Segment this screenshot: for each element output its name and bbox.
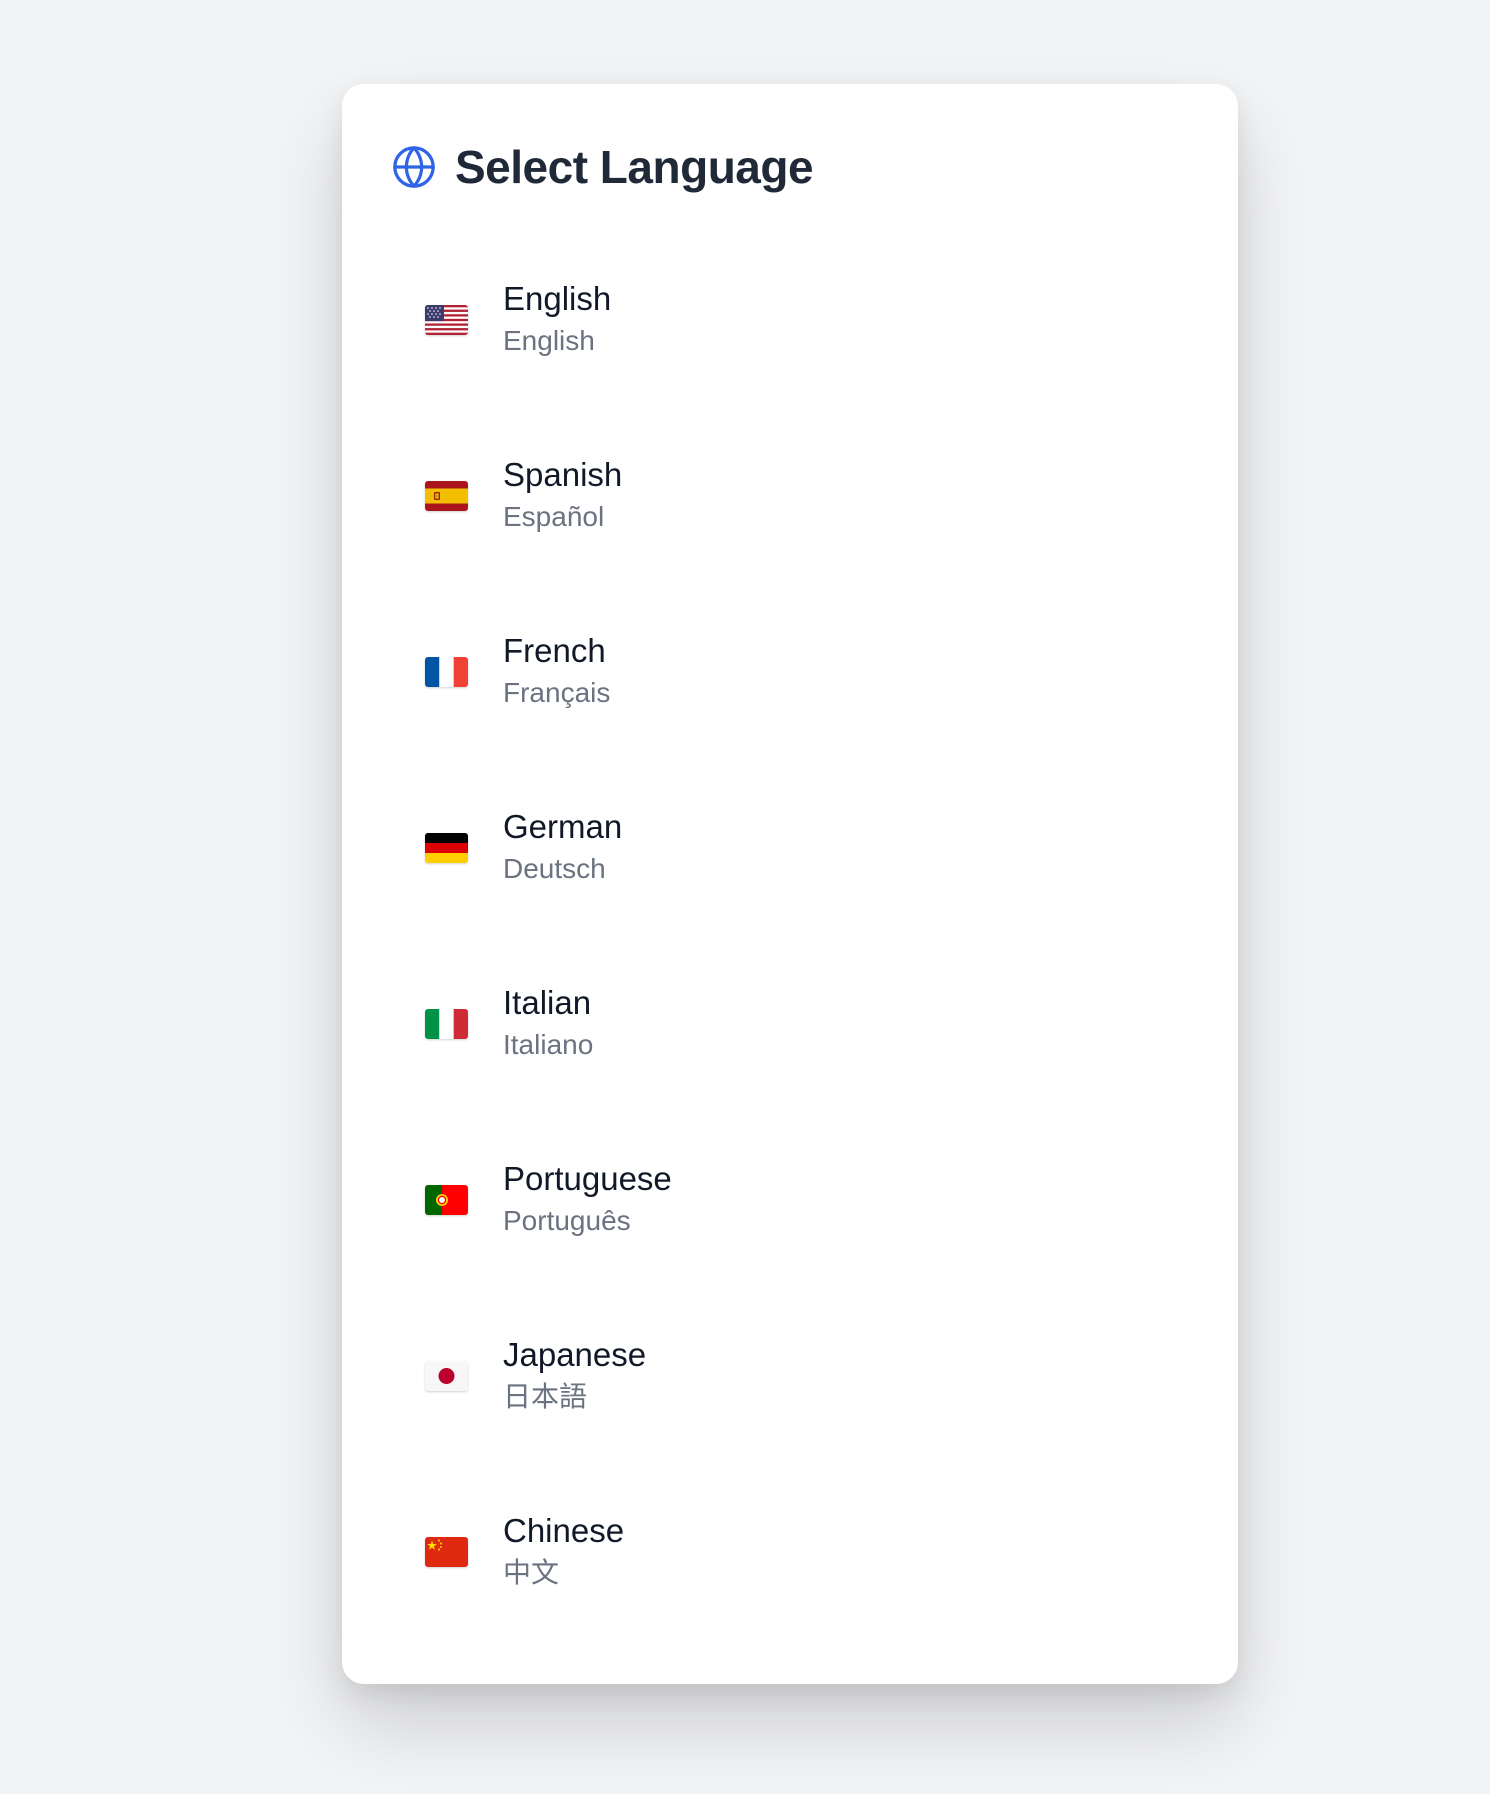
language-dialog: Select Language English English Spanish … xyxy=(342,84,1238,1684)
language-name: Spanish xyxy=(503,456,623,493)
germany-flag-icon xyxy=(425,833,468,863)
language-native-name: 日本語 xyxy=(503,1381,588,1412)
us-flag-icon xyxy=(425,305,468,335)
japan-flag-icon xyxy=(425,1361,468,1391)
language-list: English English Spanish Español French F… xyxy=(380,280,1200,1640)
portugal-flag-icon xyxy=(425,1185,468,1215)
language-option-german[interactable]: German Deutsch xyxy=(380,760,1200,936)
language-name: Chinese xyxy=(503,1512,625,1549)
language-name: Portuguese xyxy=(503,1160,672,1197)
language-names: Spanish Español xyxy=(503,454,622,538)
language-option-english[interactable]: English English xyxy=(380,232,1200,408)
china-flag-icon xyxy=(425,1537,468,1567)
language-name: English xyxy=(503,280,612,317)
language-option-chinese[interactable]: Chinese 中文 xyxy=(380,1464,1200,1640)
language-native-name: Italiano xyxy=(503,1029,594,1060)
language-name: French xyxy=(503,632,606,669)
language-native-name: Deutsch xyxy=(503,853,606,884)
language-names: Chinese 中文 xyxy=(503,1510,624,1594)
language-names: Italian Italiano xyxy=(503,982,593,1066)
language-option-italian[interactable]: Italian Italiano xyxy=(380,936,1200,1112)
language-option-japanese[interactable]: Japanese 日本語 xyxy=(380,1288,1200,1464)
spain-flag-icon xyxy=(425,481,468,511)
language-native-name: English xyxy=(503,325,595,356)
globe-icon xyxy=(391,144,437,190)
language-native-name: 中文 xyxy=(503,1557,560,1588)
language-names: French Français xyxy=(503,630,610,714)
italy-flag-icon xyxy=(425,1009,468,1039)
language-names: Japanese 日本語 xyxy=(503,1334,646,1418)
dialog-header: Select Language xyxy=(391,140,814,194)
language-names: English English xyxy=(503,278,611,362)
language-option-spanish[interactable]: Spanish Español xyxy=(380,408,1200,584)
dialog-title: Select Language xyxy=(455,141,814,193)
language-option-french[interactable]: French Français xyxy=(380,584,1200,760)
language-name: Italian xyxy=(503,984,592,1021)
language-native-name: Français xyxy=(503,677,611,708)
language-names: Portuguese Português xyxy=(503,1158,672,1242)
language-name: German xyxy=(503,808,623,845)
language-names: German Deutsch xyxy=(503,806,622,890)
language-native-name: Português xyxy=(503,1205,631,1236)
france-flag-icon xyxy=(425,657,468,687)
language-name: Japanese xyxy=(503,1336,647,1373)
language-native-name: Español xyxy=(503,501,605,532)
language-option-portuguese[interactable]: Portuguese Português xyxy=(380,1112,1200,1288)
